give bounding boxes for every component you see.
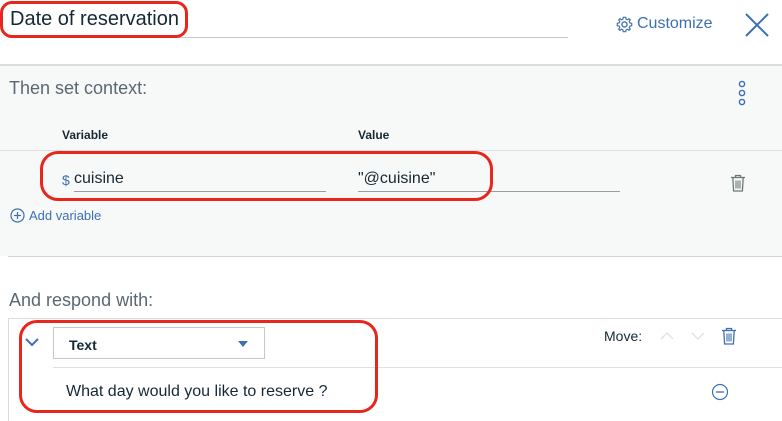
close-icon[interactable] <box>744 12 770 38</box>
arrow-down-icon[interactable] <box>690 331 706 341</box>
response-annotation-highlight <box>19 320 378 413</box>
variable-column-header: Variable <box>62 128 109 142</box>
trash-icon[interactable] <box>721 327 737 345</box>
respond-section-title: And respond with: <box>9 290 154 310</box>
remove-circle-icon[interactable] <box>711 383 729 401</box>
add-circle-icon <box>10 208 25 223</box>
gear-icon <box>616 16 633 32</box>
title-annotation-highlight <box>0 1 188 38</box>
section-divider <box>8 256 782 257</box>
trash-icon[interactable] <box>730 174 746 192</box>
overflow-menu-icon[interactable] <box>736 79 748 107</box>
move-label: Move: <box>604 328 643 344</box>
customize-button[interactable]: Customize <box>616 15 713 33</box>
add-variable-label: Add variable <box>29 208 102 223</box>
add-variable-button[interactable]: Add variable <box>10 208 101 223</box>
node-header: Date of reservation Customize <box>0 0 782 66</box>
customize-label: Customize <box>637 15 713 32</box>
context-section-title: Then set context: <box>9 78 148 98</box>
arrow-up-icon[interactable] <box>659 331 675 341</box>
context-annotation-highlight <box>40 151 493 201</box>
value-column-header: Value <box>358 128 390 142</box>
